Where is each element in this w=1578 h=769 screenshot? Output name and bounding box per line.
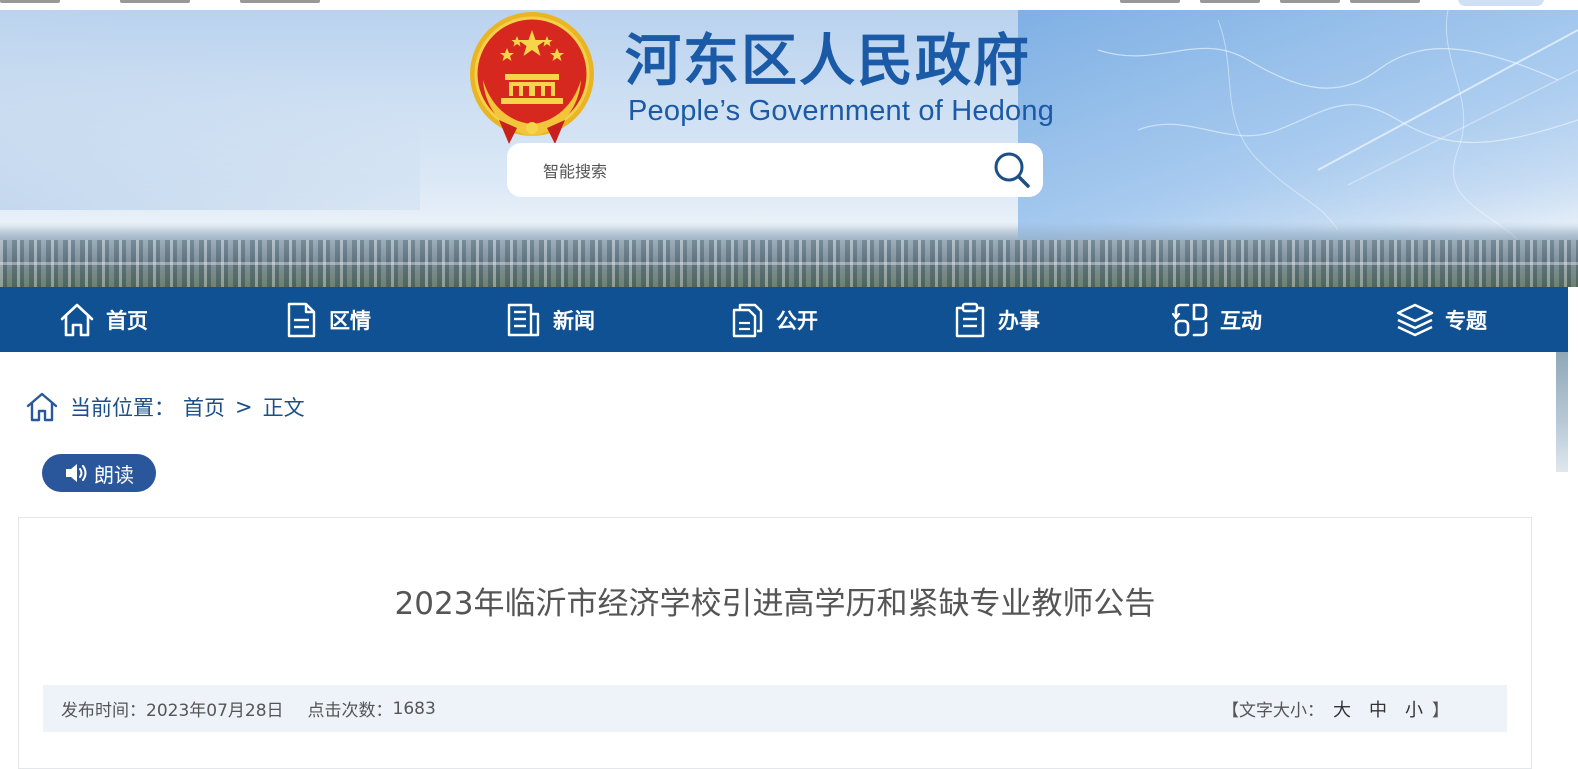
top-link-fragment[interactable] [1350, 0, 1420, 3]
nav-label: 公开 [776, 308, 818, 333]
publish-label: 发布时间： [61, 701, 146, 721]
search-input[interactable] [541, 156, 975, 186]
breadcrumb-home-link[interactable]: 首页 [183, 392, 225, 422]
top-link-fragment[interactable] [0, 0, 60, 3]
top-utility-bar [0, 0, 1578, 10]
article-panel: 2023年临沂市经济学校引进高学历和紧缺专业教师公告 发布时间： 2023年07… [18, 517, 1532, 769]
national-emblem [469, 10, 595, 144]
top-link-fragment[interactable] [1200, 0, 1260, 3]
breadcrumb-separator: > [235, 395, 253, 419]
site-title: 河东区人民政府 [625, 29, 1031, 94]
article-title: 2023年临沂市经济学校引进高学历和紧缺专业教师公告 [394, 586, 1156, 622]
top-link-fragment[interactable] [120, 0, 190, 3]
breadcrumb-current: 正文 [262, 396, 305, 420]
article-meta-bar: 发布时间： 2023年07月28日 点击次数： 1683 【文字大小： 大 中 … [43, 685, 1507, 732]
copy-icon [732, 303, 763, 337]
home-icon [60, 303, 94, 336]
breadcrumb: 当前位置： 首页 > 正文 [26, 389, 305, 425]
nav-label: 首页 [106, 308, 148, 333]
nav-item-news[interactable]: 新闻 [505, 287, 595, 352]
side-scenery-strip [1556, 352, 1568, 472]
views-count: 1683 [392, 698, 436, 719]
font-size-small-button[interactable]: 小 [1405, 696, 1423, 722]
nav-label: 办事 [998, 308, 1040, 333]
header-banner: 河东区人民政府 People’s Government of Hedong [0, 10, 1578, 287]
top-pill-button[interactable] [1458, 0, 1544, 6]
font-size-large-button[interactable]: 大 [1333, 696, 1351, 722]
nav-item-interaction[interactable]: 互动 [1172, 287, 1262, 352]
read-aloud-button[interactable]: 朗读 [42, 454, 156, 492]
main-nav: 首页 区情 新闻 公开 办事 互动 专题 [0, 287, 1568, 352]
interaction-icon [1172, 303, 1208, 336]
site-subtitle: People’s Government of Hedong [628, 95, 1055, 127]
layers-icon [1396, 303, 1434, 336]
nav-item-public[interactable]: 公开 [730, 287, 818, 352]
search-button[interactable] [991, 149, 1033, 191]
nav-label: 新闻 [553, 308, 595, 333]
font-size-medium-button[interactable]: 中 [1369, 696, 1387, 722]
font-size-close-bracket: 】 [1432, 701, 1449, 721]
search-box [507, 143, 1043, 197]
breadcrumb-label: 当前位置： [70, 396, 175, 420]
views-label: 点击次数： [307, 701, 393, 721]
top-link-fragment[interactable] [1120, 0, 1180, 3]
map-background [1018, 10, 1578, 240]
nav-item-home[interactable]: 首页 [58, 287, 148, 352]
news-icon [507, 303, 540, 336]
font-size-controls: 【文字大小： 大 中 小 】 [1222, 685, 1449, 732]
font-size-label: 【文字大小： [1222, 701, 1324, 721]
read-aloud-label: 朗读 [94, 462, 134, 487]
home-icon [26, 392, 58, 422]
clipboard-icon [955, 302, 985, 337]
publish-date: 2023年07月28日 [146, 701, 284, 721]
nav-label: 互动 [1220, 308, 1262, 333]
nav-item-topics[interactable]: 专题 [1395, 287, 1487, 352]
nav-label: 区情 [329, 308, 371, 333]
speaker-icon [66, 464, 87, 482]
nav-item-services[interactable]: 办事 [952, 287, 1040, 352]
document-icon [287, 302, 316, 337]
article-meta-info: 发布时间： 2023年07月28日 点击次数： 1683 [61, 685, 436, 732]
nav-label: 专题 [1445, 308, 1487, 333]
nav-item-district[interactable]: 区情 [283, 287, 371, 352]
search-icon [994, 152, 1030, 188]
top-link-fragment[interactable] [1280, 0, 1340, 3]
top-link-fragment[interactable] [240, 0, 320, 3]
